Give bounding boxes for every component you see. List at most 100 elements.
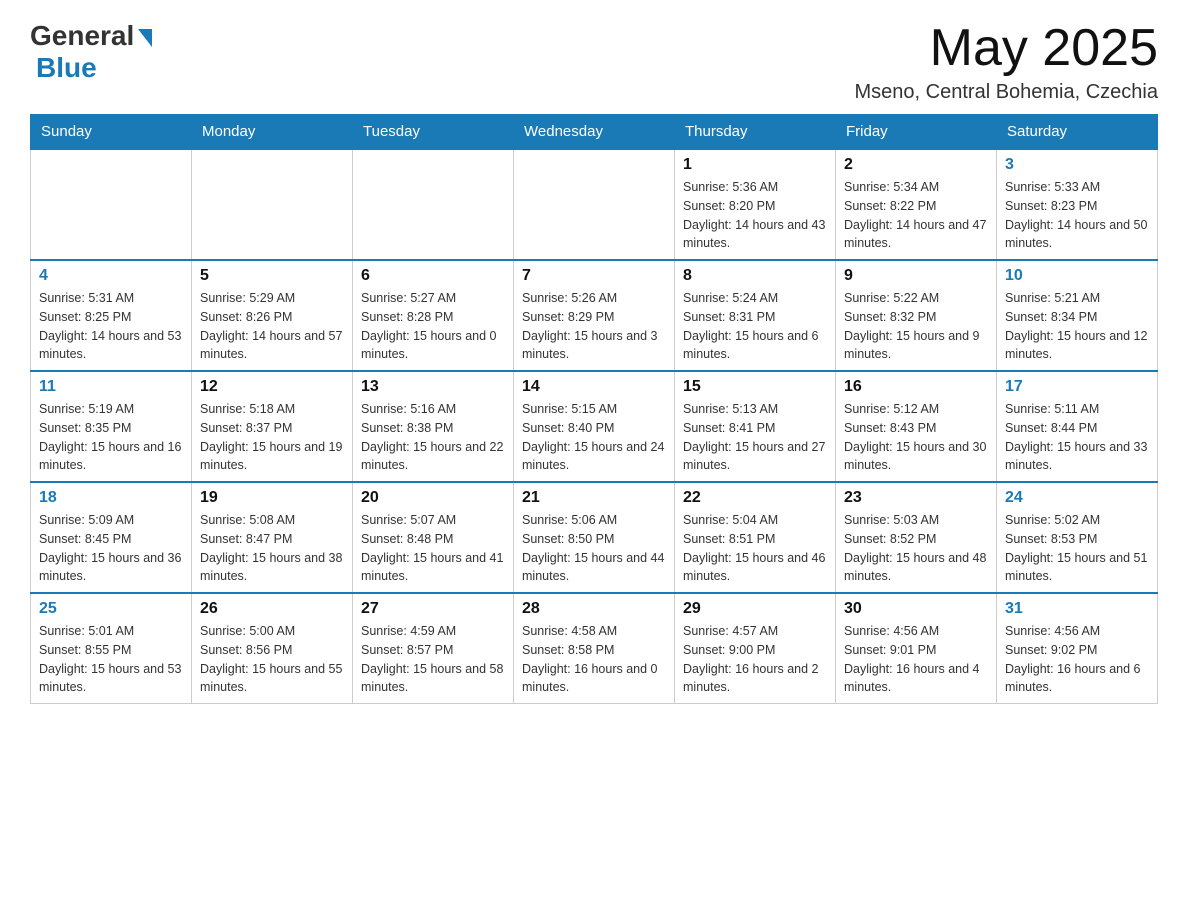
day-info: Sunrise: 5:08 AM Sunset: 8:47 PM Dayligh… (200, 511, 344, 586)
day-number: 13 (361, 378, 505, 396)
calendar-cell: 20Sunrise: 5:07 AM Sunset: 8:48 PM Dayli… (353, 482, 514, 593)
logo-blue-text: Blue (36, 52, 97, 83)
calendar-cell: 19Sunrise: 5:08 AM Sunset: 8:47 PM Dayli… (192, 482, 353, 593)
logo-arrow-icon (138, 29, 152, 47)
calendar-header-row: SundayMondayTuesdayWednesdayThursdayFrid… (31, 115, 1158, 150)
day-number: 22 (683, 489, 827, 507)
day-info: Sunrise: 5:16 AM Sunset: 8:38 PM Dayligh… (361, 400, 505, 475)
calendar-table: SundayMondayTuesdayWednesdayThursdayFrid… (30, 114, 1158, 704)
day-number: 27 (361, 600, 505, 618)
day-number: 18 (39, 489, 183, 507)
day-number: 3 (1005, 156, 1149, 174)
day-number: 21 (522, 489, 666, 507)
day-info: Sunrise: 4:56 AM Sunset: 9:01 PM Dayligh… (844, 622, 988, 697)
calendar-week-row: 4Sunrise: 5:31 AM Sunset: 8:25 PM Daylig… (31, 260, 1158, 371)
calendar-cell (31, 149, 192, 260)
month-title: May 2025 (855, 20, 1158, 77)
calendar-cell: 10Sunrise: 5:21 AM Sunset: 8:34 PM Dayli… (997, 260, 1158, 371)
weekday-header-wednesday: Wednesday (514, 115, 675, 150)
day-number: 17 (1005, 378, 1149, 396)
calendar-cell: 11 Sunrise: 5:19 AM Sunset: 8:35 PM Dayli… (31, 371, 192, 482)
day-info: Sunrise: 5:33 AM Sunset: 8:23 PM Dayligh… (1005, 178, 1149, 253)
logo-general-text: General (30, 20, 134, 52)
calendar-week-row: 18 Sunrise: 5:09 AM Sunset: 8:45 PM Dayli… (31, 482, 1158, 593)
calendar-cell: 25 Sunrise: 5:01 AM Sunset: 8:55 PM Dayli… (31, 593, 192, 704)
day-info: Sunrise: 5:04 AM Sunset: 8:51 PM Dayligh… (683, 511, 827, 586)
day-info: Sunrise: 4:58 AM Sunset: 8:58 PM Dayligh… (522, 622, 666, 697)
weekday-header-saturday: Saturday (997, 115, 1158, 150)
calendar-cell: 9Sunrise: 5:22 AM Sunset: 8:32 PM Daylig… (836, 260, 997, 371)
day-number: 28 (522, 600, 666, 618)
calendar-cell: 22 Sunrise: 5:04 AM Sunset: 8:51 PM Dayli… (675, 482, 836, 593)
calendar-cell: 7 Sunrise: 5:26 AM Sunset: 8:29 PM Daylig… (514, 260, 675, 371)
calendar-week-row: 11 Sunrise: 5:19 AM Sunset: 8:35 PM Dayli… (31, 371, 1158, 482)
calendar-cell: 16Sunrise: 5:12 AM Sunset: 8:43 PM Dayli… (836, 371, 997, 482)
logo: General Blue (30, 20, 152, 84)
day-number: 25 (39, 600, 183, 618)
day-number: 31 (1005, 600, 1149, 618)
day-number: 5 (200, 267, 344, 285)
calendar-cell: 1 Sunrise: 5:36 AM Sunset: 8:20 PM Daylig… (675, 149, 836, 260)
day-number: 7 (522, 267, 666, 285)
calendar-cell: 13 Sunrise: 5:16 AM Sunset: 8:38 PM Dayli… (353, 371, 514, 482)
calendar-cell: 18 Sunrise: 5:09 AM Sunset: 8:45 PM Dayli… (31, 482, 192, 593)
calendar-cell (514, 149, 675, 260)
day-info: Sunrise: 5:13 AM Sunset: 8:41 PM Dayligh… (683, 400, 827, 475)
calendar-cell (353, 149, 514, 260)
day-number: 12 (200, 378, 344, 396)
day-info: Sunrise: 5:02 AM Sunset: 8:53 PM Dayligh… (1005, 511, 1149, 586)
day-number: 14 (522, 378, 666, 396)
weekday-header-friday: Friday (836, 115, 997, 150)
day-number: 2 (844, 156, 988, 174)
weekday-header-tuesday: Tuesday (353, 115, 514, 150)
calendar-cell: 24 Sunrise: 5:02 AM Sunset: 8:53 PM Dayli… (997, 482, 1158, 593)
day-info: Sunrise: 5:36 AM Sunset: 8:20 PM Dayligh… (683, 178, 827, 253)
calendar-cell: 5 Sunrise: 5:29 AM Sunset: 8:26 PM Daylig… (192, 260, 353, 371)
calendar-cell: 12 Sunrise: 5:18 AM Sunset: 8:37 PM Dayli… (192, 371, 353, 482)
calendar-cell: 28 Sunrise: 4:58 AM Sunset: 8:58 PM Dayli… (514, 593, 675, 704)
day-number: 15 (683, 378, 827, 396)
day-number: 20 (361, 489, 505, 507)
day-info: Sunrise: 5:06 AM Sunset: 8:50 PM Dayligh… (522, 511, 666, 586)
day-info: Sunrise: 5:29 AM Sunset: 8:26 PM Dayligh… (200, 289, 344, 364)
weekday-header-monday: Monday (192, 115, 353, 150)
day-number: 26 (200, 600, 344, 618)
weekday-header-thursday: Thursday (675, 115, 836, 150)
day-info: Sunrise: 5:11 AM Sunset: 8:44 PM Dayligh… (1005, 400, 1149, 475)
day-info: Sunrise: 5:03 AM Sunset: 8:52 PM Dayligh… (844, 511, 988, 586)
day-info: Sunrise: 5:27 AM Sunset: 8:28 PM Dayligh… (361, 289, 505, 364)
day-number: 8 (683, 267, 827, 285)
calendar-cell: 14 Sunrise: 5:15 AM Sunset: 8:40 PM Dayli… (514, 371, 675, 482)
day-info: Sunrise: 5:18 AM Sunset: 8:37 PM Dayligh… (200, 400, 344, 475)
day-info: Sunrise: 4:56 AM Sunset: 9:02 PM Dayligh… (1005, 622, 1149, 697)
day-number: 30 (844, 600, 988, 618)
calendar-cell: 31 Sunrise: 4:56 AM Sunset: 9:02 PM Dayli… (997, 593, 1158, 704)
calendar-cell: 2Sunrise: 5:34 AM Sunset: 8:22 PM Daylig… (836, 149, 997, 260)
day-info: Sunrise: 5:15 AM Sunset: 8:40 PM Dayligh… (522, 400, 666, 475)
calendar-cell: 17 Sunrise: 5:11 AM Sunset: 8:44 PM Dayli… (997, 371, 1158, 482)
day-number: 29 (683, 600, 827, 618)
calendar-cell: 8 Sunrise: 5:24 AM Sunset: 8:31 PM Daylig… (675, 260, 836, 371)
day-number: 6 (361, 267, 505, 285)
day-number: 1 (683, 156, 827, 174)
calendar-cell: 6 Sunrise: 5:27 AM Sunset: 8:28 PM Daylig… (353, 260, 514, 371)
day-number: 24 (1005, 489, 1149, 507)
day-number: 16 (844, 378, 988, 396)
day-info: Sunrise: 5:01 AM Sunset: 8:55 PM Dayligh… (39, 622, 183, 697)
day-info: Sunrise: 5:24 AM Sunset: 8:31 PM Dayligh… (683, 289, 827, 364)
day-info: Sunrise: 4:59 AM Sunset: 8:57 PM Dayligh… (361, 622, 505, 697)
day-number: 9 (844, 267, 988, 285)
calendar-cell (192, 149, 353, 260)
day-info: Sunrise: 5:09 AM Sunset: 8:45 PM Dayligh… (39, 511, 183, 586)
calendar-cell: 15 Sunrise: 5:13 AM Sunset: 8:41 PM Dayli… (675, 371, 836, 482)
day-number: 4 (39, 267, 183, 285)
day-info: Sunrise: 5:19 AM Sunset: 8:35 PM Dayligh… (39, 400, 183, 475)
calendar-week-row: 1 Sunrise: 5:36 AM Sunset: 8:20 PM Daylig… (31, 149, 1158, 260)
weekday-header-sunday: Sunday (31, 115, 192, 150)
day-number: 10 (1005, 267, 1149, 285)
day-info: Sunrise: 4:57 AM Sunset: 9:00 PM Dayligh… (683, 622, 827, 697)
day-number: 23 (844, 489, 988, 507)
day-info: Sunrise: 5:26 AM Sunset: 8:29 PM Dayligh… (522, 289, 666, 364)
day-number: 11 (39, 378, 183, 396)
calendar-cell: 26Sunrise: 5:00 AM Sunset: 8:56 PM Dayli… (192, 593, 353, 704)
